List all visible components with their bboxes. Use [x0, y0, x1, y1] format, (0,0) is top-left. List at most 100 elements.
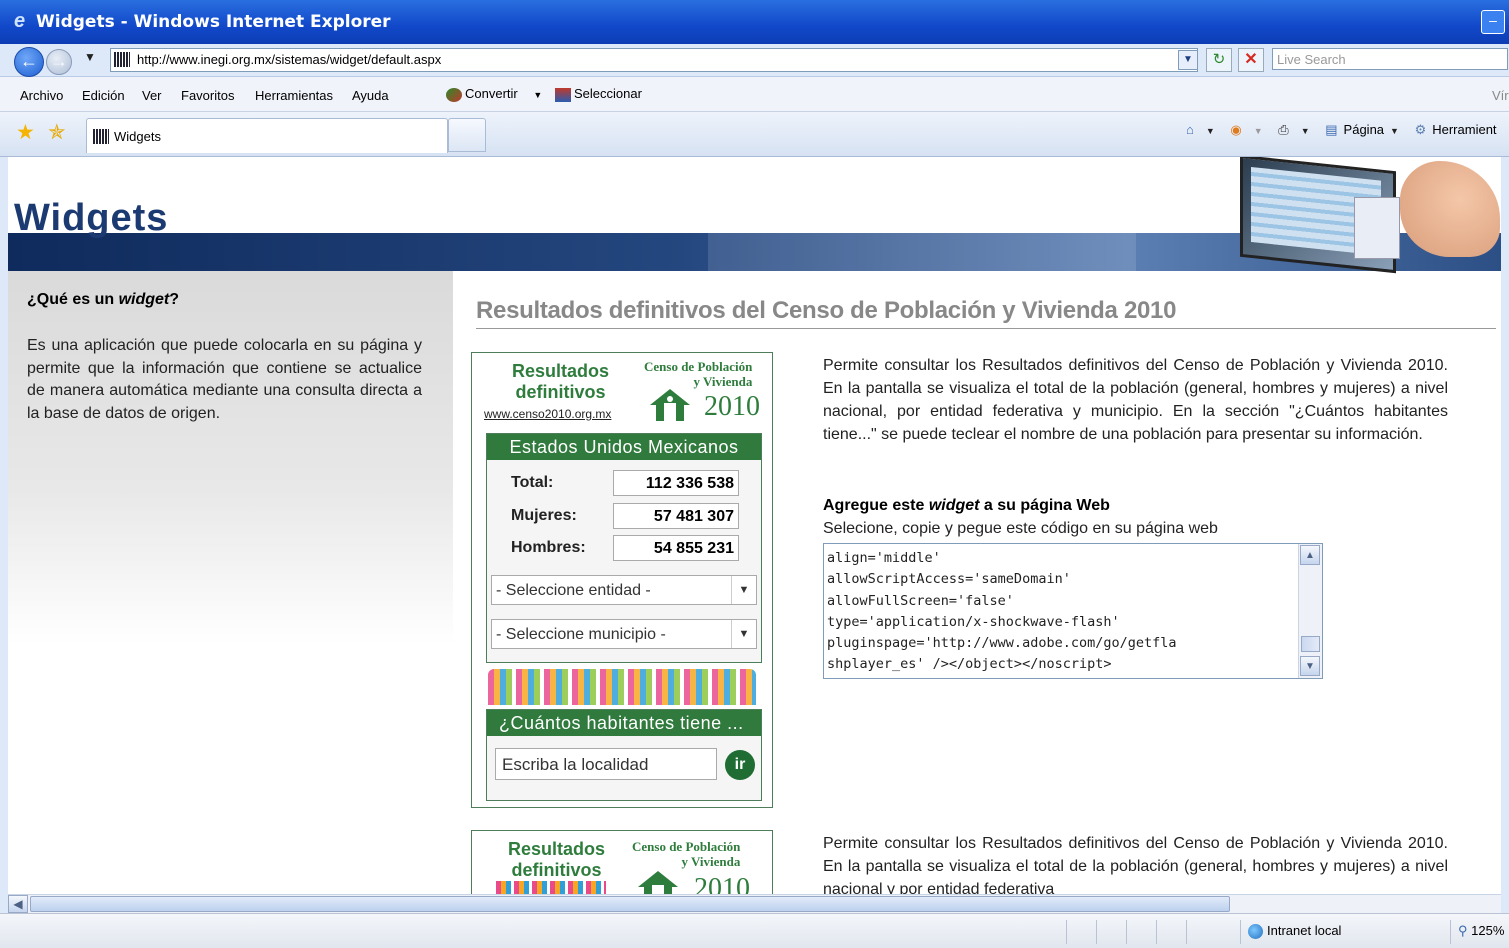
status-separator	[1186, 920, 1187, 944]
stop-icon[interactable]: ✕	[1238, 48, 1264, 72]
security-zone-label: Intranet local	[1267, 923, 1342, 938]
tools-menu[interactable]: Herramient	[1432, 122, 1496, 137]
add-widget-instructions: Selecione, copie y pegue este código en …	[823, 520, 1218, 537]
zoom-value: 125%	[1471, 923, 1505, 938]
favorites-star-icon[interactable]: ★	[16, 120, 35, 145]
convertir-button[interactable]: Convertir ▼	[446, 86, 542, 102]
widget2-censo-line1: Censo de Población	[632, 839, 741, 854]
select-icon	[555, 87, 571, 102]
censo-link[interactable]: www.censo2010.org.mx	[484, 407, 611, 421]
minimize-button[interactable]: –	[1481, 10, 1505, 34]
add-heading-text: Agregue este	[823, 497, 929, 514]
security-zone[interactable]: Intranet local	[1248, 923, 1342, 940]
menu-favoritos[interactable]: Favoritos	[181, 88, 234, 103]
embed-code: align='middle' allowScriptAccess='sameDo…	[827, 550, 1177, 673]
entidad-dropdown-icon[interactable]: ▼	[731, 576, 756, 604]
scroll-up-icon[interactable]: ▲	[1300, 545, 1320, 565]
hombres-value: 54 855 231	[613, 535, 739, 561]
new-tab-button[interactable]	[448, 118, 486, 152]
url-text: http://www.inegi.org.mx/sistemas/widget/…	[137, 52, 442, 67]
banner-segment	[708, 233, 1136, 271]
search-input[interactable]: Live Search	[1272, 48, 1508, 70]
sidebar: ¿Qué es un widget? Es una aplicación que…	[8, 271, 453, 894]
total-value: 112 336 538	[613, 470, 739, 496]
add-widget-heading: Agregue este widget a su página Web	[823, 497, 1110, 515]
hand-image	[1400, 161, 1500, 257]
forward-button[interactable]: →	[46, 49, 72, 75]
site-favicon-icon	[114, 52, 130, 67]
feeds-icon[interactable]: ◉	[1230, 122, 1241, 138]
menu-ayuda[interactable]: Ayuda	[352, 88, 389, 103]
url-dropdown-icon[interactable]: ▼	[1178, 50, 1198, 70]
home-dropdown-icon[interactable]: ▼	[1206, 126, 1215, 136]
go-button[interactable]: ir	[725, 750, 755, 780]
sidebar-heading-em: widget	[118, 291, 170, 308]
menu-edicion[interactable]: Edición	[82, 88, 125, 103]
menu-overflow-text: Vír	[1492, 88, 1509, 103]
municipio-dropdown-icon[interactable]: ▼	[731, 620, 756, 648]
feeds-dropdown-icon[interactable]: ▼	[1254, 126, 1263, 136]
intranet-globe-icon	[1248, 924, 1263, 940]
widget2-resultados: Resultados	[508, 839, 606, 859]
window-left-border	[0, 157, 8, 913]
sidebar-heading-text: ¿Qué es un	[27, 291, 119, 308]
national-results-panel: Estados Unidos Mexicanos Total: 112 336 …	[486, 433, 762, 663]
tab-favicon-icon	[93, 129, 109, 144]
horizontal-scrollbar[interactable]: ◀	[8, 894, 1501, 913]
print-dropdown-icon[interactable]: ▼	[1301, 126, 1310, 136]
horizontal-scroll-thumb[interactable]	[30, 896, 1230, 912]
history-dropdown-icon[interactable]: ▼	[84, 50, 96, 64]
add-favorite-icon[interactable]: ✯	[48, 120, 66, 145]
menu-archivo[interactable]: Archivo	[20, 88, 63, 103]
status-separator	[1450, 920, 1451, 944]
censo-label: Censo de Población y Vivienda	[644, 359, 752, 389]
entidad-select-value: - Seleccione entidad -	[496, 582, 651, 599]
people-illustration	[488, 669, 756, 705]
widget2-censo-line2: y Vivienda	[681, 854, 741, 869]
status-separator	[1156, 920, 1157, 944]
scroll-down-icon[interactable]: ▼	[1300, 656, 1320, 676]
page-dropdown-icon[interactable]: ▼	[1390, 126, 1399, 136]
page-menu[interactable]: Página	[1344, 122, 1384, 137]
censo-widget-2: Resultados definitivos Censo de Población…	[471, 830, 773, 894]
zoom-level[interactable]: ⚲ 125%	[1458, 923, 1504, 939]
hombres-label: Hombres:	[511, 539, 586, 556]
page-content: Widgets ¿Qué es un widget? Es una aplica…	[8, 157, 1501, 894]
censo-widget: Resultados definitivos www.censo2010.org.…	[471, 352, 773, 808]
mujeres-value: 57 481 307	[613, 503, 739, 529]
status-separator	[1066, 920, 1067, 944]
menu-ver[interactable]: Ver	[142, 88, 162, 103]
widget1-description: Permite consultar los Resultados definit…	[823, 357, 1448, 443]
page-icon: ▤	[1325, 122, 1338, 137]
page-banner: Widgets	[8, 157, 1501, 274]
refresh-icon[interactable]: ↻	[1206, 48, 1232, 72]
page-title: Resultados definitivos del Censo de Pobl…	[476, 297, 1177, 324]
back-button[interactable]: ←	[14, 47, 44, 77]
code-scrollbar[interactable]: ▲ ▼	[1298, 544, 1322, 678]
sidebar-heading: ¿Qué es un widget?	[27, 291, 179, 309]
localidad-input[interactable]: Escriba la localidad	[495, 748, 717, 780]
widget-resultados-title: Resultados definitivos	[512, 361, 609, 403]
convertir-dropdown-icon[interactable]: ▼	[533, 90, 542, 100]
embed-code-textarea[interactable]: align='middle' allowScriptAccess='sameDo…	[823, 543, 1323, 679]
tab-widgets[interactable]: Widgets	[86, 118, 448, 153]
censo-line1: Censo de Población	[644, 359, 753, 374]
card-image	[1354, 197, 1400, 259]
pdf-convert-icon	[446, 87, 462, 102]
widget2-censo-label: Censo de Población y Vivienda	[632, 839, 740, 869]
home-icon[interactable]: ⌂	[1186, 122, 1194, 137]
scroll-left-icon[interactable]: ◀	[8, 895, 28, 913]
widget2-year: 2010	[694, 873, 750, 894]
entidad-select[interactable]: - Seleccione entidad - ▼	[491, 575, 757, 605]
municipio-select[interactable]: - Seleccione municipio - ▼	[491, 619, 757, 649]
ie-logo-icon: e	[14, 10, 26, 32]
status-separator	[1126, 920, 1127, 944]
seleccionar-button[interactable]: Seleccionar	[555, 86, 642, 102]
menu-herramientas[interactable]: Herramientas	[255, 88, 333, 103]
scroll-thumb[interactable]	[1301, 636, 1320, 652]
url-field[interactable]: http://www.inegi.org.mx/sistemas/widget/…	[110, 48, 1198, 72]
habitantes-header: ¿Cuántos habitantes tiene ...	[487, 710, 761, 736]
house-logo-icon	[650, 389, 690, 421]
tab-bar: ★ ✯ Widgets ⌂ ▼ ◉ ▼ ⎙ ▼ ▤ Página ▼ ⚙ Herramien…	[0, 112, 1509, 157]
print-icon[interactable]: ⎙	[1278, 122, 1288, 138]
